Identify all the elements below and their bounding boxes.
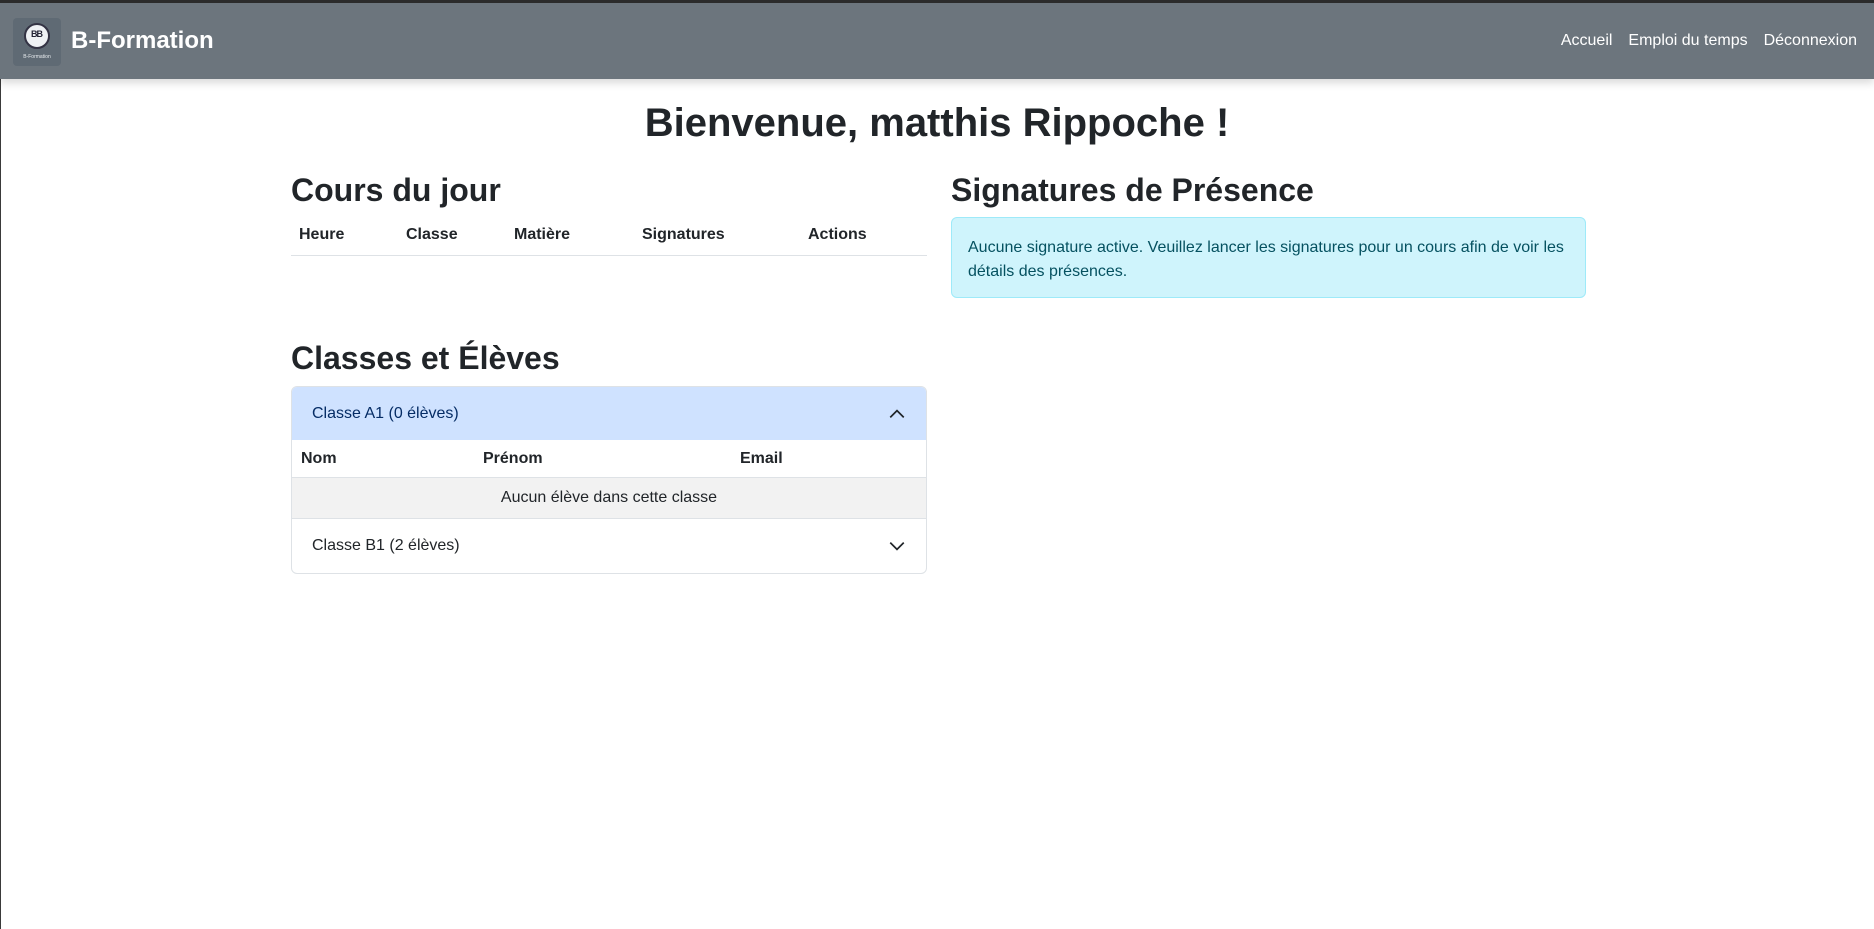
accordion-label: Classe B1 (2 élèves): [312, 536, 460, 554]
students-header-row: Nom Prénom Email: [292, 440, 926, 478]
col-heure: Heure: [291, 223, 398, 256]
col-nom: Nom: [292, 440, 474, 478]
brand-name[interactable]: B-Formation: [71, 27, 214, 55]
empty-class-message: Aucun élève dans cette classe: [292, 477, 926, 519]
chevron-up-icon: [889, 408, 905, 418]
no-signature-alert: Aucune signature active. Veuillez lancer…: [951, 217, 1586, 298]
nav-link-emploi-du-temps[interactable]: Emploi du temps: [1628, 32, 1747, 50]
col-actions: Actions: [800, 223, 927, 256]
accordion-item-classe-b1[interactable]: Classe B1 (2 élèves): [292, 519, 926, 572]
signatures-heading: Signatures de Présence: [951, 172, 1314, 208]
page-title: Bienvenue, matthis Rippoche !: [644, 101, 1230, 145]
nav-links: Accueil Emploi du temps Déconnexion: [1561, 32, 1857, 50]
accordion-item-classe-a1[interactable]: Classe A1 (0 élèves): [292, 387, 926, 440]
logo-mark: BB: [31, 29, 43, 39]
nav-link-accueil[interactable]: Accueil: [1561, 32, 1613, 50]
courses-heading: Cours du jour: [291, 172, 501, 208]
chevron-down-icon: [889, 541, 905, 551]
logo-caption: B-Formation: [23, 54, 51, 60]
classes-accordion: Classe A1 (0 élèves) Nom Prénom Email Au…: [291, 386, 927, 574]
classes-heading: Classes et Élèves: [291, 340, 560, 376]
col-email: Email: [731, 440, 926, 478]
courses-header-row: Heure Classe Matière Signatures Actions: [291, 223, 927, 256]
col-classe: Classe: [398, 223, 506, 256]
col-matiere: Matière: [506, 223, 634, 256]
top-navbar: BB B-Formation B-Formation Accueil Emplo…: [0, 0, 1874, 79]
table-row: Aucun élève dans cette classe: [292, 477, 926, 519]
brand-logo[interactable]: BB B-Formation: [13, 18, 61, 66]
nav-link-deconnexion[interactable]: Déconnexion: [1764, 32, 1857, 50]
students-table: Nom Prénom Email Aucun élève dans cette …: [292, 440, 926, 519]
col-prenom: Prénom: [474, 440, 731, 478]
col-signatures: Signatures: [634, 223, 800, 256]
logo-emblem: BB: [24, 23, 50, 49]
accordion-label: Classe A1 (0 élèves): [312, 404, 459, 422]
courses-table: Heure Classe Matière Signatures Actions: [291, 223, 927, 256]
